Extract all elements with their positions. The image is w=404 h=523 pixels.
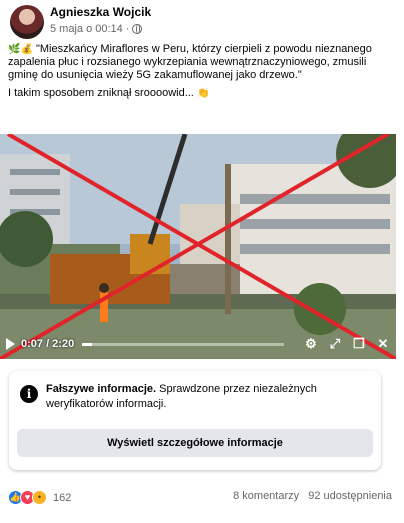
post-text-comment: I takim sposobem zniknął sroooowid... 👏 xyxy=(8,87,396,100)
meta-separator: · xyxy=(125,23,130,35)
pip-icon[interactable]: ❐ xyxy=(352,336,366,351)
post-footer: 👍 ♥ • 162 8 komentarzy 92 udostępnienia xyxy=(8,490,392,508)
post-text: 🌿💰 "Mieszkańcy Miraflores w Peru, którzy… xyxy=(8,43,396,105)
post-date[interactable]: 5 maja o 00:14 xyxy=(50,23,123,35)
video-time: 0:07 / 2:20 xyxy=(21,338,75,350)
fact-check-card: i Fałszywe informacje. Sprawdzone przez … xyxy=(9,371,381,470)
volume-icon[interactable]: ✕ xyxy=(376,336,390,351)
post-quote: "Mieszkańcy Miraflores w Peru, którzy ci… xyxy=(8,43,372,81)
reaction-count: 162 xyxy=(53,491,72,504)
comments-link[interactable]: 8 komentarzy xyxy=(233,490,299,502)
fact-check-title: Fałszywe informacje. xyxy=(46,383,157,395)
view-details-button[interactable]: Wyświetl szczegółowe informacje xyxy=(17,429,373,457)
fake-cross xyxy=(0,134,396,359)
fact-check-text: Fałszywe informacje. Sprawdzone przez ni… xyxy=(46,382,366,412)
emoji-tail: 👏 xyxy=(196,88,210,99)
author-name[interactable]: Agnieszka Wojcik xyxy=(50,5,151,19)
wow-icon: • xyxy=(32,490,47,505)
shares-link[interactable]: 92 udostępnienia xyxy=(308,490,392,502)
video-controls: 0:07 / 2:20 ⚙ ⤢ ❐ ✕ xyxy=(0,329,396,359)
post-header: Agnieszka Wojcik 5 maja o 00:14 · xyxy=(6,4,398,40)
settings-icon[interactable]: ⚙ xyxy=(304,336,318,351)
fullscreen-icon[interactable]: ⤢ xyxy=(328,336,342,351)
play-icon[interactable] xyxy=(6,338,15,350)
info-icon: i xyxy=(20,385,38,403)
post-stats: 8 komentarzy 92 udostępnienia xyxy=(227,490,392,502)
post-comment: I takim sposobem zniknął sroooowid... xyxy=(8,87,194,99)
post-meta: 5 maja o 00:14 · xyxy=(50,23,143,35)
progress-bar[interactable] xyxy=(82,342,284,346)
globe-icon xyxy=(132,24,143,34)
video-player[interactable]: 0:07 / 2:20 ⚙ ⤢ ❐ ✕ xyxy=(0,134,396,359)
post-text-quote: 🌿💰 "Mieszkańcy Miraflores w Peru, którzy… xyxy=(8,43,396,82)
reactions[interactable]: 👍 ♥ • 162 xyxy=(8,490,71,505)
avatar[interactable] xyxy=(10,5,44,39)
progress-fill xyxy=(82,342,93,346)
emoji-lead: 🌿💰 xyxy=(8,44,33,55)
